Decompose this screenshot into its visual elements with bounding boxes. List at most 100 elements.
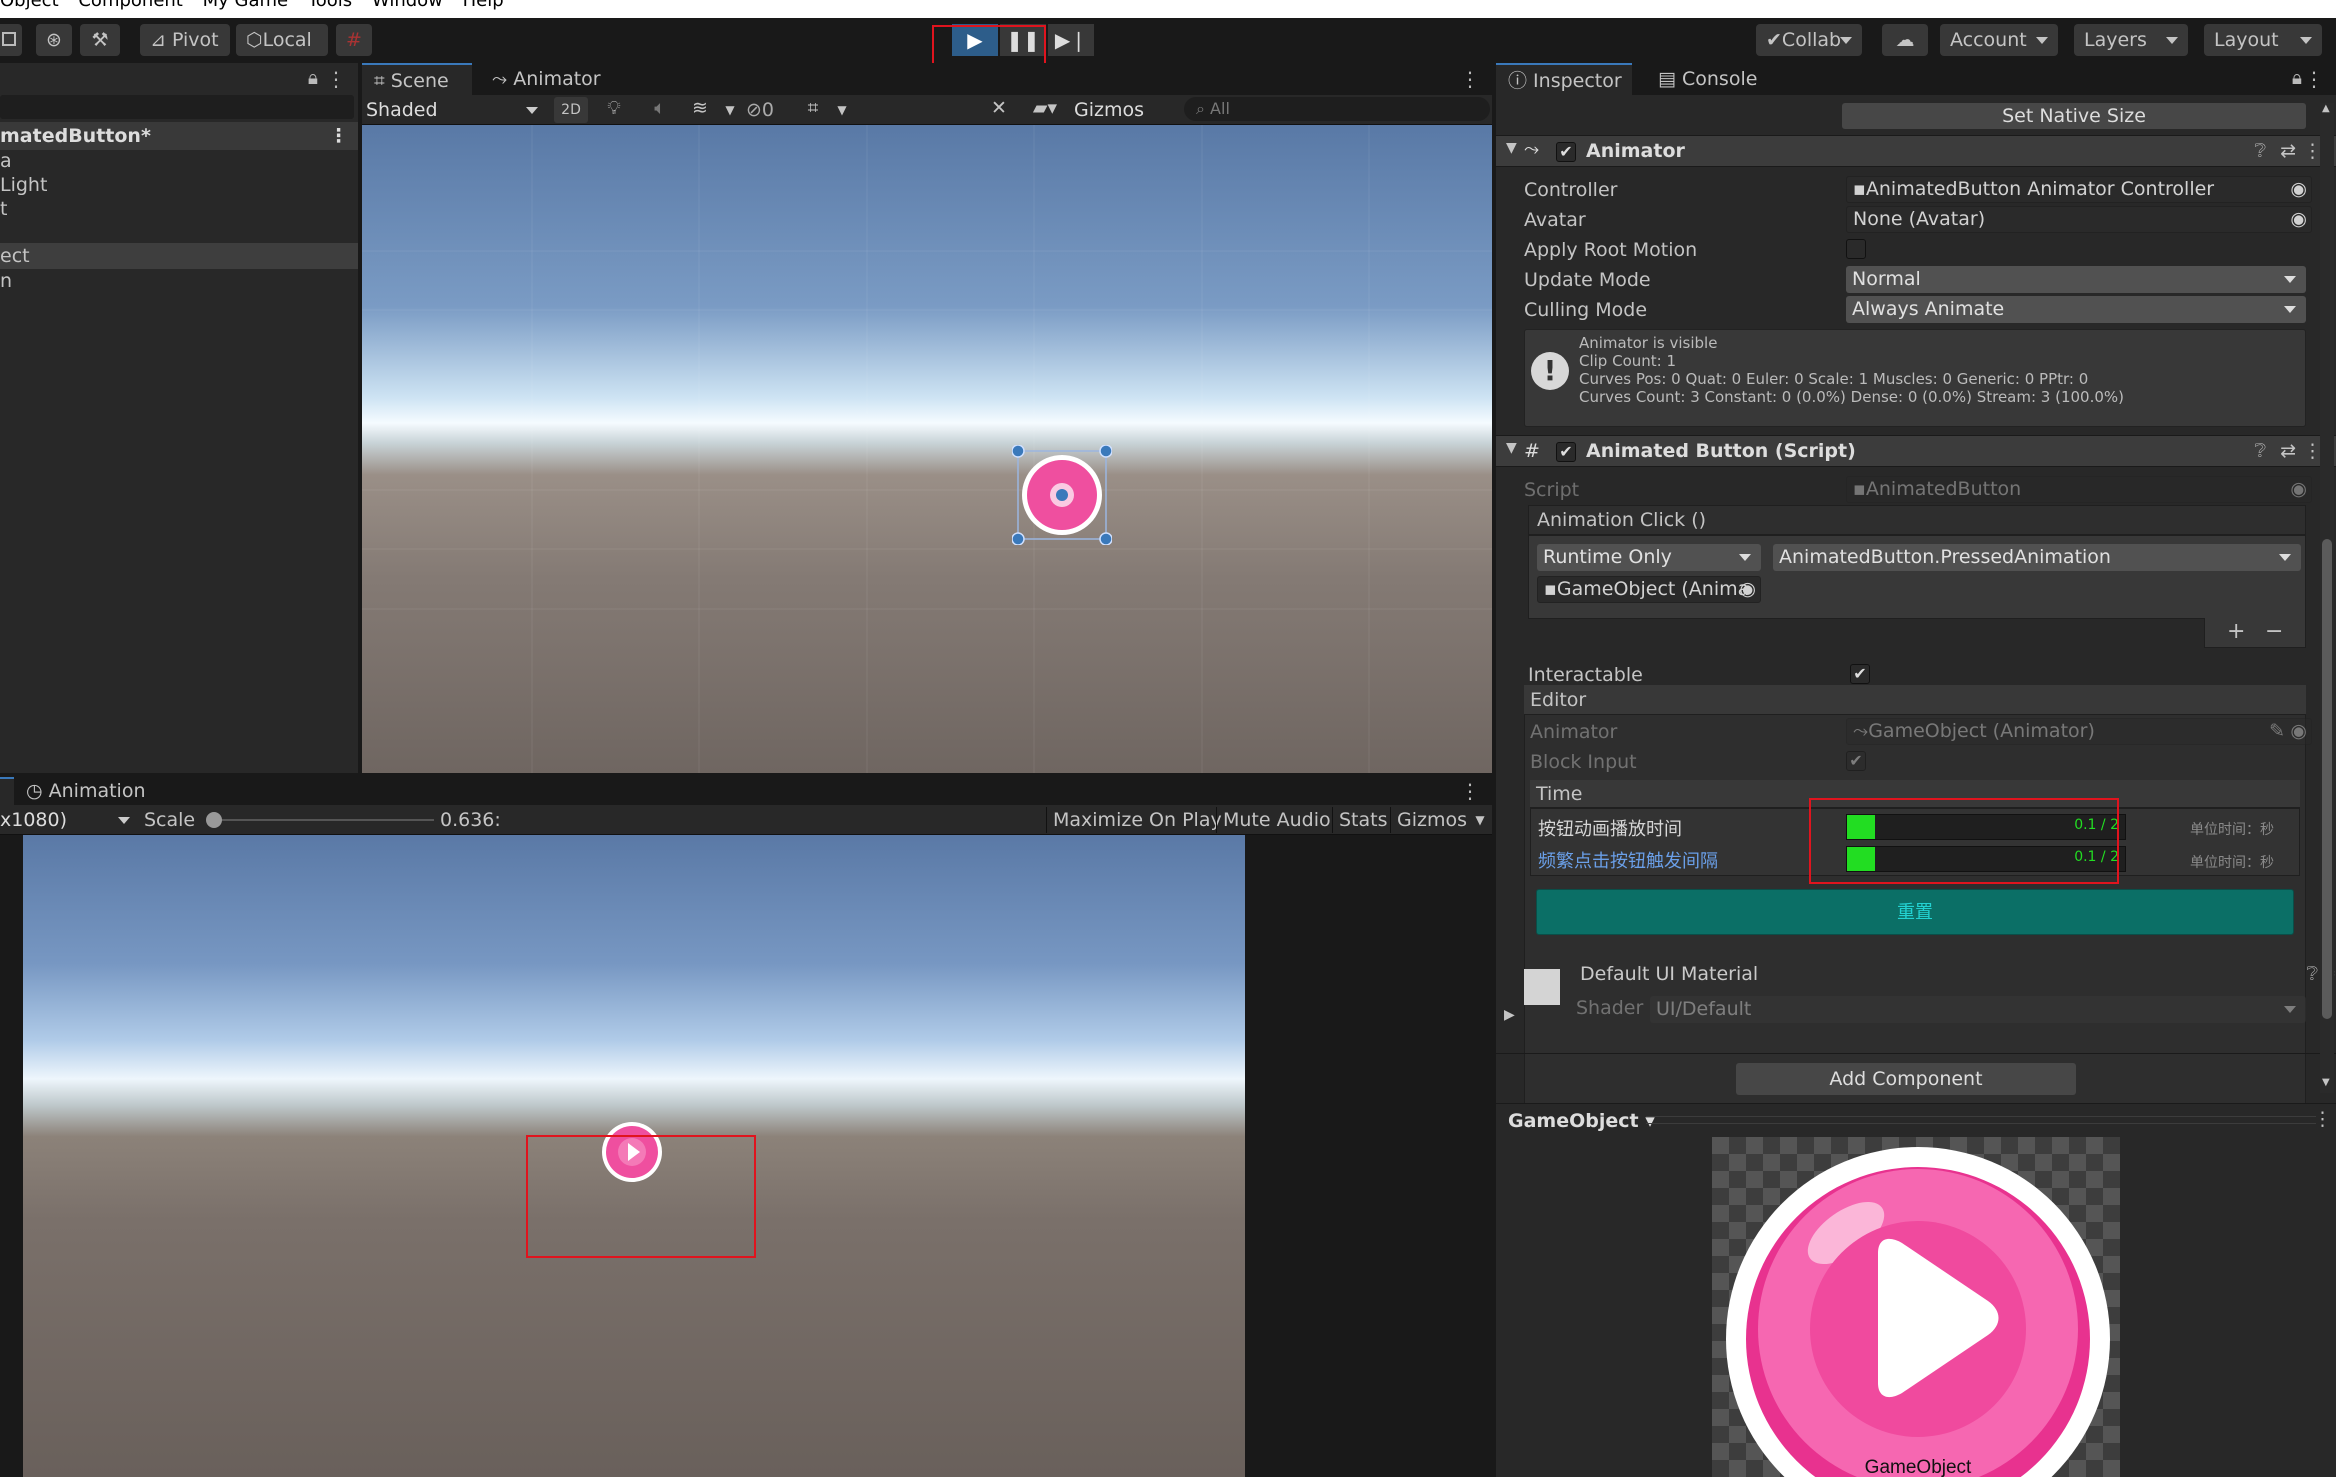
minus-icon[interactable]: − <box>2265 619 2283 644</box>
lighting-icon[interactable]: 💡︎ <box>598 97 630 123</box>
animator-component-header[interactable]: ▼ ⤳ ✔ Animator ❔︎ ⇄ ⋮ <box>1496 135 2336 167</box>
root-motion-checkbox[interactable] <box>1846 239 1866 259</box>
preview-menu-icon[interactable]: ⋮ <box>2313 1108 2332 1130</box>
lock-icon[interactable]: 🔒︎ <box>308 67 318 89</box>
add-component-button[interactable]: Add Component <box>1736 1063 2076 1095</box>
hierarchy-item[interactable]: n <box>0 269 12 293</box>
tab-animation[interactable]: ◷ Animation <box>14 777 158 805</box>
lock-icon[interactable]: 🔒︎ <box>2292 67 2302 89</box>
layers-dropdown[interactable]: Layers <box>2074 24 2188 56</box>
menu-help[interactable]: Help <box>463 0 504 11</box>
event-target-field[interactable]: ▪GameObject (Anima ◉ <box>1537 576 1761 603</box>
tools-icon[interactable]: ✕ <box>982 97 1016 123</box>
object-picker-icon[interactable]: ◉ <box>2290 177 2307 202</box>
scrollbar-thumb[interactable] <box>2322 539 2332 1019</box>
event-function-dropdown[interactable]: AnimatedButton.PressedAnimation <box>1773 544 2301 571</box>
game-toolbar: x1080) Scale 0.636: Maximize On Play Mut… <box>0 805 1492 835</box>
help-icon[interactable]: ❔︎ <box>2255 140 2266 162</box>
maximize-on-play-toggle[interactable]: Maximize On Play <box>1046 807 1228 833</box>
grid-icon[interactable]: ⌗ <box>798 97 828 123</box>
step-button[interactable]: ▶❘ <box>1048 24 1094 56</box>
runtime-mode-dropdown[interactable]: Runtime Only <box>1537 544 1761 571</box>
info-line: Animator is visible <box>1579 334 1718 352</box>
interactable-checkbox[interactable]: ✔ <box>1850 664 1870 684</box>
foldout-arrow-icon[interactable]: ▶ <box>1504 1007 1515 1023</box>
grid-snap-icon[interactable]: # <box>336 24 372 56</box>
hierarchy-scene-root[interactable]: matedButton* ⋮ <box>0 122 358 150</box>
hierarchy-item[interactable]: t <box>0 197 7 221</box>
menu-object[interactable]: Object <box>0 0 59 11</box>
effects-icon[interactable]: ≋ <box>684 97 716 123</box>
scroll-down-icon[interactable]: ▼ <box>2322 1077 2330 1088</box>
rect-tool-icon[interactable] <box>0 24 22 56</box>
cloud-icon[interactable]: ☁ <box>1882 24 1928 56</box>
shading-dropdown[interactable]: Shaded <box>366 97 544 123</box>
menu-window[interactable]: Window <box>372 0 443 11</box>
avatar-field[interactable]: None (Avatar) ◉ <box>1846 206 2312 233</box>
culling-mode-label: Culling Mode <box>1524 299 1648 321</box>
help-icon[interactable]: ❔︎ <box>2255 440 2266 462</box>
layout-dropdown[interactable]: Layout <box>2204 24 2322 56</box>
foldout-arrow-icon[interactable]: ▼ <box>1506 140 1517 156</box>
hierarchy-item[interactable]: Light <box>0 173 47 197</box>
audio-icon[interactable]: 🔈︎ <box>644 97 676 123</box>
resolution-dropdown[interactable]: x1080) <box>0 807 134 833</box>
scene-menu-icon[interactable]: ⋮ <box>1460 67 1480 91</box>
object-picker-icon[interactable]: ◉ <box>2290 207 2307 232</box>
custom-tool-icon[interactable]: ⚒ <box>80 24 120 56</box>
scene-search-input[interactable]: ⌕ All <box>1184 97 1490 121</box>
scale-slider-thumb[interactable] <box>206 812 222 828</box>
camera-icon[interactable]: ▰▾ <box>1022 97 1068 123</box>
scene-viewport[interactable] <box>362 125 1492 773</box>
update-mode-dropdown[interactable]: Normal <box>1846 266 2306 293</box>
hierarchy-search[interactable] <box>0 95 354 119</box>
scroll-up-icon[interactable]: ▲ <box>2322 103 2330 114</box>
selected-button-gizmo[interactable] <box>1012 445 1112 545</box>
hierarchy-item[interactable]: a <box>0 149 12 173</box>
help-icon[interactable]: ❔︎ <box>2307 963 2318 985</box>
foldout-arrow-icon[interactable]: ▼ <box>1506 440 1517 456</box>
script-component-header[interactable]: ▼ # ✔ Animated Button (Script) ❔︎ ⇄ ⋮ <box>1496 435 2336 467</box>
scene-menu-icon[interactable]: ⋮ <box>329 122 348 150</box>
scale-slider-track[interactable] <box>214 819 434 821</box>
plus-icon[interactable]: + <box>2227 619 2245 644</box>
tab-animator[interactable]: ⤳ Animator <box>480 63 613 95</box>
game-gizmos-toggle[interactable]: Gizmos <box>1390 807 1473 833</box>
script-enabled-checkbox[interactable]: ✔ <box>1556 442 1576 462</box>
menu-tools[interactable]: Tools <box>308 0 352 11</box>
reset-button[interactable]: 重置 <box>1536 889 2294 935</box>
tab-game[interactable] <box>0 777 14 805</box>
inspector-menu-icon[interactable]: ⋮ <box>2304 67 2324 91</box>
mode-2d-toggle[interactable]: 2D <box>554 97 588 123</box>
account-dropdown[interactable]: Account <box>1940 24 2058 56</box>
chevron-down-icon[interactable]: ▼ <box>720 97 740 123</box>
tab-console[interactable]: ▤ Console <box>1646 63 1769 95</box>
tab-scene[interactable]: ⌗ Scene <box>362 63 472 95</box>
hidden-objects-toggle[interactable]: ⊘0 <box>746 97 798 123</box>
menu-component[interactable]: Component <box>78 0 183 11</box>
object-picker-icon[interactable]: ◉ <box>1739 577 1756 602</box>
gizmos-dropdown[interactable]: Gizmos ▾ <box>1074 97 1156 147</box>
chevron-down-icon[interactable]: ▼ <box>1470 807 1490 833</box>
game-menu-icon[interactable]: ⋮ <box>1460 779 1480 803</box>
preset-icon[interactable]: ⇄ <box>2280 140 2296 162</box>
preset-icon[interactable]: ⇄ <box>2280 440 2296 462</box>
culling-mode-dropdown[interactable]: Always Animate <box>1846 296 2306 323</box>
pivot-toggle[interactable]: ⊿ Pivot <box>140 24 230 56</box>
stats-toggle[interactable]: Stats <box>1332 807 1394 833</box>
inspector-scrollbar[interactable]: ▲ ▼ <box>2320 103 2334 1093</box>
animator-enabled-checkbox[interactable]: ✔ <box>1556 142 1576 162</box>
transform-tool-icon[interactable]: ⊛ <box>36 24 72 56</box>
menu-my-game[interactable]: My Game <box>203 0 289 11</box>
preview-drag-handle[interactable] <box>1646 1116 2316 1124</box>
hierarchy-menu-icon[interactable]: ⋮ <box>326 67 346 91</box>
set-native-size-button[interactable]: Set Native Size <box>1842 103 2306 129</box>
preview-object-dropdown[interactable]: GameObject ▾ <box>1508 1110 1655 1132</box>
mute-audio-toggle[interactable]: Mute Audio <box>1216 807 1337 833</box>
chevron-down-icon[interactable]: ▼ <box>832 97 852 123</box>
collab-dropdown[interactable]: ✔Collab <box>1756 24 1862 56</box>
hierarchy-item-selected[interactable]: ect <box>0 243 358 269</box>
tab-inspector[interactable]: ⓘ Inspector <box>1496 63 1632 95</box>
local-toggle[interactable]: ⬡Local <box>236 24 328 56</box>
controller-field[interactable]: ▪AnimatedButton Animator Controller ◉ <box>1846 176 2312 203</box>
